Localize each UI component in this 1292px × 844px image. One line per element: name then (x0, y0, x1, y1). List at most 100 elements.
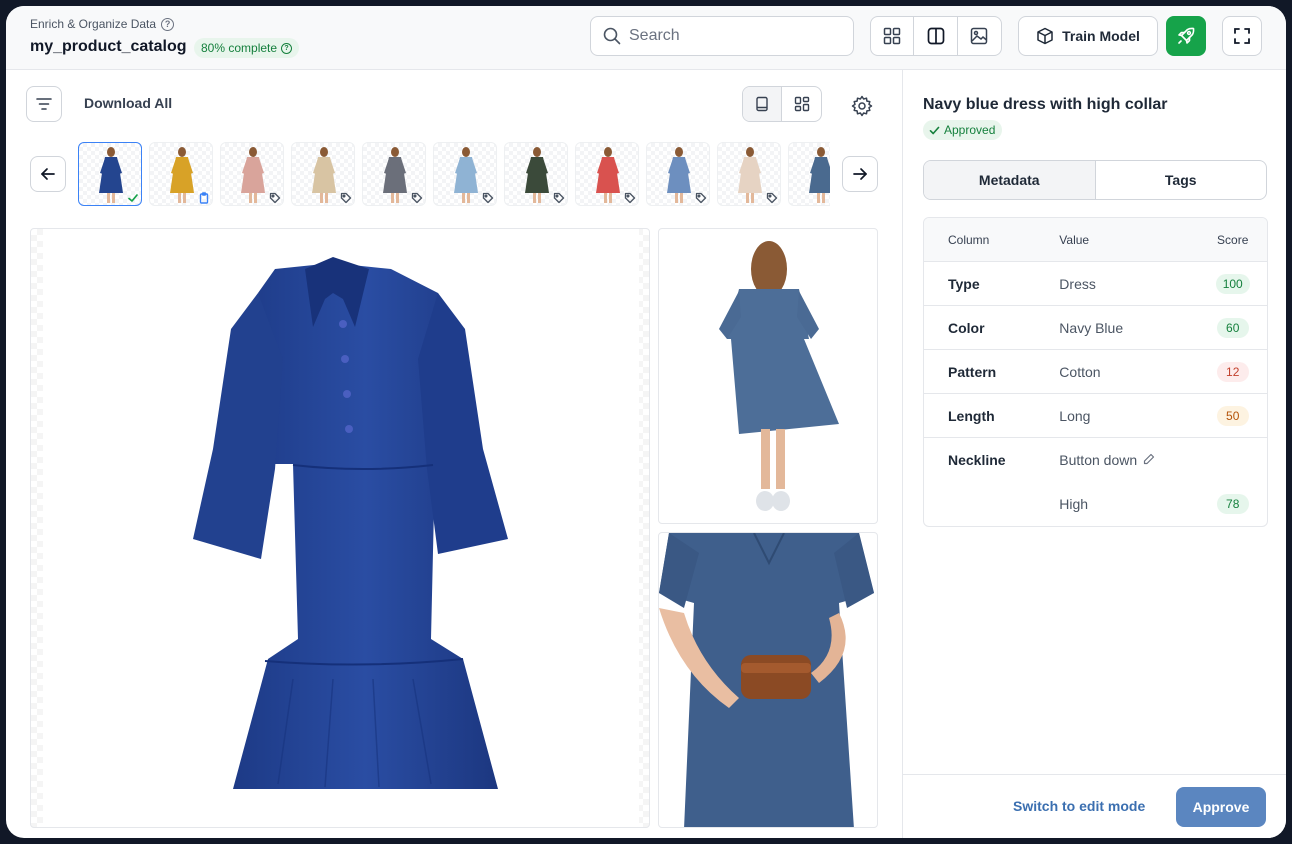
row-value-cell: Navy Blue (1059, 320, 1198, 336)
tag-icon (340, 192, 352, 204)
side-image-back-view (658, 228, 878, 524)
row-score-cell: 60 (1198, 317, 1267, 338)
thumbnail-item[interactable] (717, 142, 781, 206)
tab-metadata[interactable]: Metadata (924, 161, 1096, 199)
row-column-name: Pattern (948, 363, 997, 380)
download-all-button[interactable]: Download All (84, 95, 172, 111)
detail-tabs: Metadata Tags (923, 160, 1267, 200)
train-model-label: Train Model (1062, 28, 1140, 44)
row-value: Button down (1059, 452, 1138, 468)
navy-dress-image (193, 257, 508, 789)
approve-button[interactable]: Approve (1176, 787, 1266, 827)
thumbnail-strip (78, 142, 830, 206)
table-row: Pattern Cotton 12 (924, 350, 1267, 394)
switch-edit-mode-link[interactable]: Switch to edit mode (1013, 798, 1145, 814)
next-image-button[interactable] (842, 156, 878, 192)
row-column-name: Type (948, 275, 980, 292)
details-panel: Navy blue dress with high collar Approve… (902, 70, 1286, 838)
thumbnail-item[interactable] (220, 142, 284, 206)
row-column-name: Color (948, 319, 985, 336)
panel-footer: Switch to edit mode Approve (903, 774, 1286, 838)
layout-toggle (742, 86, 822, 122)
settings-button[interactable] (850, 94, 874, 118)
progress-label: 80% complete (201, 41, 278, 55)
pencil-icon[interactable] (1143, 452, 1155, 468)
top-bar: Enrich & Organize Data ? my_product_cata… (6, 6, 1286, 70)
table-row: Length Long 50 (924, 394, 1267, 438)
model-detail-view-image (659, 533, 874, 827)
row-value: Cotton (1059, 363, 1101, 380)
thumbnail-image (809, 147, 830, 203)
filter-button[interactable] (26, 86, 62, 122)
item-title: Navy blue dress with high collar (923, 96, 1168, 113)
thumbnail-item[interactable] (788, 142, 830, 206)
grid-view-button[interactable] (871, 17, 915, 55)
progress-help-icon[interactable]: ? (281, 42, 293, 54)
single-image-button[interactable] (743, 87, 783, 121)
thumbnail-item[interactable] (291, 142, 355, 206)
arrow-left-icon (41, 168, 55, 180)
score-badge: 100 (1215, 273, 1250, 294)
thumbnail-item[interactable] (78, 142, 142, 206)
help-icon[interactable]: ? (161, 17, 175, 31)
row-column-name: Neckline (948, 452, 1006, 468)
value-header: Value (1059, 232, 1090, 247)
row-value: Dress (1059, 275, 1096, 292)
row-score-cell: 50 (1198, 405, 1267, 426)
score-badge: 12 (1216, 361, 1249, 382)
thumbnail-item[interactable] (433, 142, 497, 206)
search-box[interactable] (590, 16, 854, 56)
row-value-cell: Dress (1059, 276, 1198, 292)
gear-icon (851, 95, 873, 117)
row-value: High (1059, 496, 1089, 512)
thumbnail-item[interactable] (149, 142, 213, 206)
fullscreen-button[interactable] (1222, 16, 1262, 56)
row-value-cell: Cotton (1059, 364, 1198, 380)
single-image-icon (756, 96, 768, 112)
table-header: Column Value Score (924, 218, 1267, 262)
tag-icon (269, 192, 281, 204)
main-product-image (30, 228, 650, 828)
tag-icon (482, 192, 494, 204)
score-badge: 60 (1216, 317, 1249, 338)
row-column-name: Length (948, 407, 995, 424)
tag-icon (624, 192, 636, 204)
image-view-icon (971, 27, 988, 45)
dataset-name: my_product_catalog (30, 38, 187, 55)
row-score-cell: 78 (1198, 494, 1267, 514)
score-badge: 50 (1216, 405, 1249, 426)
status-label: Approved (944, 123, 996, 137)
grid-images-icon (794, 96, 809, 112)
row-score-cell: 12 (1198, 361, 1267, 382)
thumbnail-item[interactable] (504, 142, 568, 206)
search-icon (603, 27, 621, 45)
split-view-icon (927, 27, 944, 45)
approved-check-icon (127, 192, 139, 204)
thumbnail-item[interactable] (575, 142, 639, 206)
tab-tags[interactable]: Tags (1096, 161, 1267, 199)
image-view-button[interactable] (958, 17, 1001, 55)
cube-icon (1037, 27, 1053, 45)
model-back-view-image (719, 241, 839, 511)
check-icon (929, 126, 940, 134)
image-pane: Download All (6, 70, 902, 838)
progress-badge: 80% complete ? (194, 38, 300, 58)
grid-images-button[interactable] (782, 87, 821, 121)
split-view-button[interactable] (914, 17, 958, 55)
tag-icon (695, 192, 707, 204)
row-value: Long (1059, 407, 1091, 424)
arrow-right-icon (853, 168, 867, 180)
metadata-table: Column Value Score Type Dress 100 Color Navy… (923, 217, 1268, 527)
deploy-button[interactable] (1166, 16, 1206, 56)
train-model-button[interactable]: Train Model (1018, 16, 1158, 56)
table-row: Color Navy Blue 60 (924, 306, 1267, 350)
clipboard-icon (198, 192, 210, 204)
score-header: Score (1217, 232, 1249, 247)
prev-image-button[interactable] (30, 156, 66, 192)
expand-icon (1234, 28, 1250, 44)
tag-icon (553, 192, 565, 204)
search-input[interactable] (629, 27, 829, 45)
thumbnail-item[interactable] (362, 142, 426, 206)
view-mode-group (870, 16, 1002, 56)
thumbnail-item[interactable] (646, 142, 710, 206)
